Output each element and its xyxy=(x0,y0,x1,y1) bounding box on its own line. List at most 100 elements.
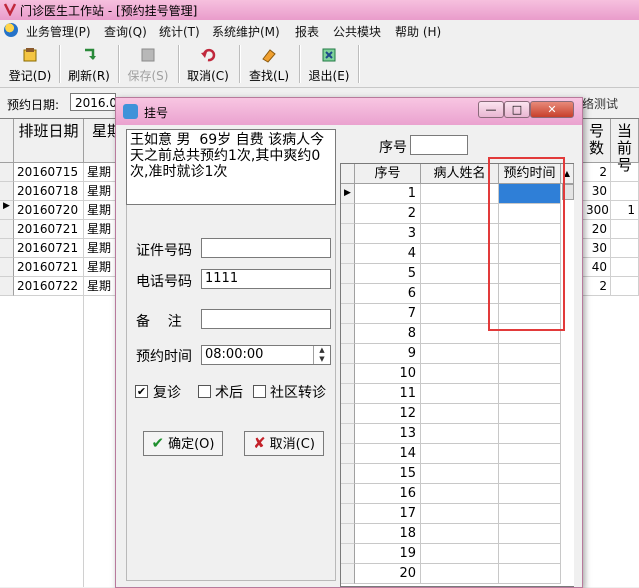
menu-stats[interactable]: 统计(T) xyxy=(159,23,200,40)
cell-appt-time[interactable] xyxy=(499,404,561,424)
cell-date[interactable]: 20160720 xyxy=(14,201,84,220)
cell-count[interactable]: 30 xyxy=(583,239,611,258)
cell-current[interactable] xyxy=(611,163,639,182)
cell-count[interactable]: 40 xyxy=(583,258,611,277)
col-header-seq[interactable]: 序号 xyxy=(355,164,421,184)
cell-appt-time[interactable] xyxy=(499,544,561,564)
appt-time-field[interactable]: 08:00:00 xyxy=(201,345,331,365)
cell-current[interactable] xyxy=(611,258,639,277)
cell-appt-time[interactable] xyxy=(499,444,561,464)
cell-patient-name[interactable] xyxy=(421,444,499,464)
cell-appt-time[interactable] xyxy=(499,424,561,444)
refresh-button[interactable]: 刷新(R) xyxy=(61,44,117,84)
revisit-checkbox[interactable]: ✔ xyxy=(135,385,148,398)
cell-date[interactable]: 20160715 xyxy=(14,163,84,182)
cell-appt-time[interactable] xyxy=(499,384,561,404)
cell-appt-time[interactable] xyxy=(499,364,561,384)
phone-field[interactable]: 1111 xyxy=(201,269,331,289)
cell-appt-time[interactable] xyxy=(499,484,561,504)
cell-patient-name[interactable] xyxy=(421,464,499,484)
maximize-button[interactable]: □ xyxy=(504,101,530,118)
menu-query[interactable]: 查询(Q) xyxy=(104,23,147,40)
cell-seq[interactable]: 17 xyxy=(355,504,421,524)
minimize-button[interactable]: — xyxy=(478,101,504,118)
cell-current[interactable]: 1 xyxy=(611,201,639,220)
cell-date[interactable]: 20160721 xyxy=(14,258,84,277)
cell-patient-name[interactable] xyxy=(421,524,499,544)
row-indicator xyxy=(341,424,355,444)
cell-appt-time[interactable] xyxy=(499,524,561,544)
seq-input[interactable] xyxy=(410,135,468,155)
cell-current[interactable] xyxy=(611,220,639,239)
confirm-button[interactable]: ✔ 确定(O) xyxy=(143,431,223,456)
cell-seq[interactable]: 18 xyxy=(355,524,421,544)
menu-report[interactable]: 报表 xyxy=(295,23,319,40)
cell-appt-time[interactable] xyxy=(499,564,561,584)
cell-seq[interactable]: 4 xyxy=(355,244,421,264)
cell-seq[interactable]: 2 xyxy=(355,204,421,224)
cell-seq[interactable]: 10 xyxy=(355,364,421,384)
cancel-button[interactable]: ✘ 取消(C) xyxy=(244,431,324,456)
menu-common[interactable]: 公共模块 xyxy=(333,23,381,40)
col-header-count[interactable]: 号数 xyxy=(583,119,611,163)
cell-patient-name[interactable] xyxy=(421,564,499,584)
cell-seq[interactable]: 13 xyxy=(355,424,421,444)
cell-count[interactable]: 2 xyxy=(583,277,611,296)
cell-seq[interactable]: 20 xyxy=(355,564,421,584)
note-field[interactable] xyxy=(201,309,331,329)
cell-count[interactable]: 30 xyxy=(583,182,611,201)
id-number-field[interactable] xyxy=(201,238,331,258)
cell-seq[interactable]: 14 xyxy=(355,444,421,464)
cell-appt-time[interactable] xyxy=(499,464,561,484)
menu-help[interactable]: 帮助 (H) xyxy=(395,23,441,40)
cell-patient-name[interactable] xyxy=(421,404,499,424)
find-button[interactable]: 查找(L) xyxy=(241,44,297,84)
cell-date[interactable]: 20160721 xyxy=(14,220,84,239)
exit-button[interactable]: 退出(E) xyxy=(301,44,357,84)
register-button[interactable]: 登记(D) xyxy=(2,44,58,84)
cell-seq[interactable]: 19 xyxy=(355,544,421,564)
cancel-toolbar-button[interactable]: 取消(C) xyxy=(180,44,236,84)
date-input[interactable]: 2016.0 xyxy=(70,93,116,111)
dialog-scrollbar[interactable] xyxy=(574,163,582,587)
close-button[interactable]: ✕ xyxy=(530,101,574,118)
time-spinner-icon[interactable]: ▲ ▼ xyxy=(313,346,330,364)
col-header-current[interactable]: 当前号 xyxy=(611,119,639,174)
cell-patient-name[interactable] xyxy=(421,344,499,364)
cell-date[interactable]: 20160718 xyxy=(14,182,84,201)
menu-system[interactable]: 系统维护(M) xyxy=(212,23,280,40)
postop-checkbox[interactable] xyxy=(198,385,211,398)
cell-current[interactable] xyxy=(611,239,639,258)
cell-seq[interactable]: 1 xyxy=(355,184,421,204)
cell-count[interactable]: 2 xyxy=(583,163,611,182)
menu-business[interactable]: 业务管理(P) xyxy=(26,23,91,40)
cell-patient-name[interactable] xyxy=(421,484,499,504)
cell-seq[interactable]: 15 xyxy=(355,464,421,484)
cell-patient-name[interactable] xyxy=(421,544,499,564)
cell-seq[interactable]: 12 xyxy=(355,404,421,424)
cell-count[interactable]: 300 xyxy=(583,201,611,220)
cell-seq[interactable]: 6 xyxy=(355,284,421,304)
cell-patient-name[interactable] xyxy=(421,364,499,384)
cell-appt-time[interactable] xyxy=(499,504,561,524)
cell-current[interactable] xyxy=(611,277,639,296)
cell-patient-name[interactable] xyxy=(421,504,499,524)
save-label: 保存(S) xyxy=(127,69,169,83)
cell-seq[interactable]: 5 xyxy=(355,264,421,284)
save-button[interactable]: 保存(S) xyxy=(120,44,176,84)
cell-date[interactable]: 20160721 xyxy=(14,239,84,258)
cell-patient-name[interactable] xyxy=(421,424,499,444)
cell-seq[interactable]: 8 xyxy=(355,324,421,344)
cell-count[interactable]: 20 xyxy=(583,220,611,239)
col-header-date[interactable]: 排班日期 xyxy=(14,119,84,163)
cell-seq[interactable]: 3 xyxy=(355,224,421,244)
cell-seq[interactable]: 9 xyxy=(355,344,421,364)
cell-seq[interactable]: 7 xyxy=(355,304,421,324)
cell-current[interactable] xyxy=(611,182,639,201)
cell-seq[interactable]: 16 xyxy=(355,484,421,504)
cell-date[interactable]: 20160722 xyxy=(14,277,84,296)
referral-checkbox[interactable] xyxy=(253,385,266,398)
cell-seq[interactable]: 11 xyxy=(355,384,421,404)
cell-appt-time[interactable] xyxy=(499,344,561,364)
cell-patient-name[interactable] xyxy=(421,384,499,404)
